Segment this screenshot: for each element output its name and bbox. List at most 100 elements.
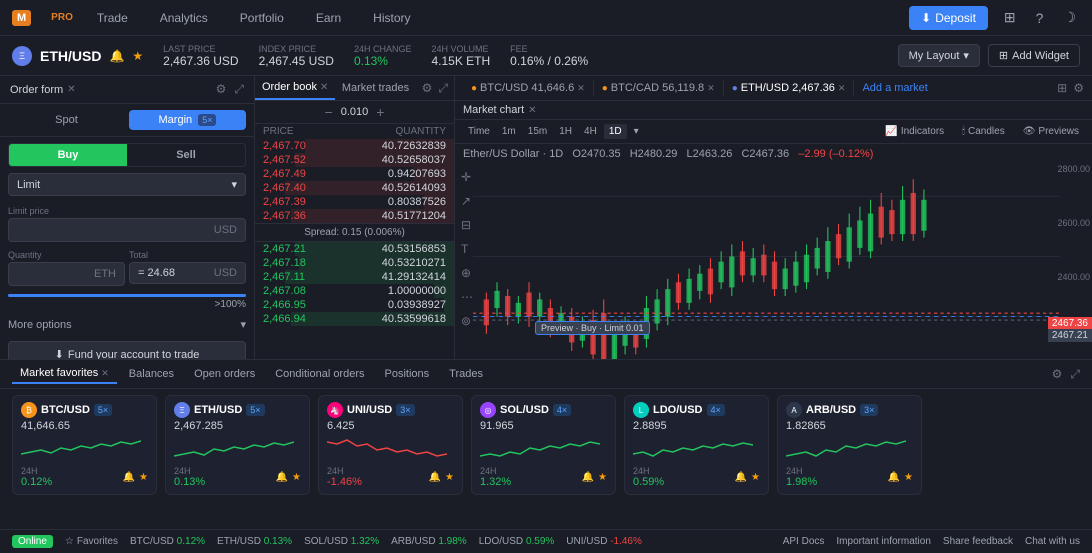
share-feedback-link[interactable]: Share feedback — [943, 536, 1013, 547]
trades-tab[interactable]: Trades — [441, 365, 491, 383]
positions-tab[interactable]: Positions — [377, 365, 438, 383]
grid-icon[interactable]: ⊞ — [1000, 5, 1020, 30]
margin-tab[interactable]: Margin 5× — [129, 110, 246, 130]
time-btn-1d[interactable]: 1D — [604, 124, 627, 139]
spot-tab[interactable]: Spot — [8, 110, 125, 130]
bid-row-6[interactable]: 2,466.94 40.53599618 — [255, 312, 454, 326]
btm-expand-icon[interactable]: ⤢ — [1070, 367, 1080, 382]
time-btn-chevron[interactable]: ▾ — [629, 124, 644, 139]
ask-row-3[interactable]: 2,467.49 0.94207693 — [255, 167, 454, 181]
fav-solusd[interactable]: ◎ SOL/USD 4× 91.965 24H 1.32% 🔔 ★ — [471, 395, 616, 495]
chat-with-us-link[interactable]: Chat with us — [1025, 536, 1080, 547]
orderbook-tab-close[interactable]: ✕ — [320, 82, 328, 93]
time-btn-time[interactable]: Time — [463, 124, 495, 139]
close-btcusd-icon[interactable]: ✕ — [577, 83, 585, 94]
fav-ldousd[interactable]: L LDO/USD 4× 2.8895 24H 0.59% 🔔 ★ — [624, 395, 769, 495]
expand-icon[interactable]: ⤢ — [234, 82, 244, 97]
btcusd-bell-icon[interactable]: 🔔 — [123, 472, 135, 483]
market-tab-btcusd[interactable]: ● BTC/USD 41,646.6 ✕ — [463, 80, 594, 96]
btm-settings-icon[interactable]: ⚙ — [1052, 367, 1063, 382]
previews-button[interactable]: 👁 Previews — [1018, 124, 1084, 139]
add-widget-button[interactable]: ⊞ Add Widget — [988, 44, 1080, 67]
chart-settings-icon[interactable]: ⚙ — [1073, 81, 1084, 95]
chart-layout-icon[interactable]: ⊞ — [1057, 81, 1067, 95]
market-trades-tab[interactable]: Market trades — [335, 76, 415, 100]
open-orders-tab[interactable]: Open orders — [186, 365, 263, 383]
balances-tab[interactable]: Balances — [121, 365, 182, 383]
star-icon[interactable]: ★ — [132, 49, 143, 63]
market-favorites-tab[interactable]: Market favorites ✕ — [12, 364, 117, 384]
ethusd-star-icon[interactable]: ★ — [292, 472, 301, 483]
bid-row-4[interactable]: 2,467.08 1.00000000 — [255, 284, 454, 298]
time-btn-1m[interactable]: 1m — [497, 124, 521, 139]
uniusd-star-icon[interactable]: ★ — [445, 472, 454, 483]
ob-settings-icon[interactable]: ⚙ — [422, 81, 433, 95]
btcusd-star-icon[interactable]: ★ — [139, 472, 148, 483]
volume-group: 24H VOLUME 4.15K ETH — [431, 44, 490, 68]
nav-portfolio[interactable]: Portfolio — [232, 7, 292, 29]
more-options[interactable]: More options ▾ — [8, 318, 246, 331]
sell-button[interactable]: Sell — [127, 144, 245, 166]
ob-expand-icon[interactable]: ⤢ — [438, 81, 448, 96]
bid-row-2[interactable]: 2,467.18 40.53210271 — [255, 256, 454, 270]
ldousd-star-icon[interactable]: ★ — [751, 472, 760, 483]
ask-row-6[interactable]: 2,467.36 40.51771204 — [255, 209, 454, 223]
ldousd-bell-icon[interactable]: 🔔 — [735, 472, 747, 483]
solusd-star-icon[interactable]: ★ — [598, 472, 607, 483]
important-info-link[interactable]: Important information — [836, 536, 931, 547]
time-btn-1h[interactable]: 1H — [554, 124, 577, 139]
bid-row-3[interactable]: 2,467.11 41.29132414 — [255, 270, 454, 284]
nav-earn[interactable]: Earn — [308, 7, 349, 29]
mf-close-icon[interactable]: ✕ — [101, 368, 109, 379]
uniusd-bell-icon[interactable]: 🔔 — [429, 472, 441, 483]
help-icon[interactable]: ? — [1032, 6, 1048, 30]
market-tab-list: ● BTC/USD 41,646.6 ✕ ● BTC/CAD 56,119.8 … — [463, 80, 936, 96]
candles-button[interactable]: 🕯 Candles — [957, 124, 1010, 139]
fav-uniusd[interactable]: 🦄 UNI/USD 3× 6.425 24H -1.46% 🔔 ★ — [318, 395, 463, 495]
api-docs-link[interactable]: API Docs — [783, 536, 825, 547]
buy-button[interactable]: Buy — [9, 144, 127, 166]
order-form-close[interactable]: ✕ — [67, 84, 75, 95]
nav-history[interactable]: History — [365, 7, 418, 29]
limit-price-input[interactable]: 2467.21 — [17, 223, 214, 237]
market-tab-ethusd[interactable]: ● ETH/USD 2,467.36 ✕ — [724, 80, 855, 96]
order-type-select[interactable]: Limit ▾ — [8, 173, 246, 196]
deposit-button[interactable]: ⬇ Deposit — [909, 6, 988, 30]
time-btn-15m[interactable]: 15m — [523, 124, 552, 139]
settings-icon[interactable]: ⚙ — [216, 82, 227, 97]
chart-title-close[interactable]: ✕ — [528, 105, 536, 116]
bid-row-1[interactable]: 2,467.21 40.53156853 — [255, 242, 454, 256]
ethusd-bell-icon[interactable]: 🔔 — [276, 472, 288, 483]
ask-row-2[interactable]: 2,467.52 40.52658037 — [255, 153, 454, 167]
fav-btcusd[interactable]: ₿ BTC/USD 5× 41,646.65 24H 0.12% 🔔 ★ — [12, 395, 157, 495]
bid-row-5[interactable]: 2,466.95 0.03938927 — [255, 298, 454, 312]
add-market-button[interactable]: Add a market — [854, 80, 935, 96]
time-btn-4h[interactable]: 4H — [579, 124, 602, 139]
moon-icon[interactable]: ☽ — [1059, 5, 1080, 30]
indicators-button[interactable]: 📈 Indicators — [880, 124, 949, 139]
conditional-orders-tab[interactable]: Conditional orders — [267, 365, 372, 383]
ob-minus-btn[interactable]: − — [325, 104, 333, 120]
ask-row-1[interactable]: 2,467.70 40.72632839 — [255, 139, 454, 153]
close-btccad-icon[interactable]: ✕ — [707, 83, 715, 94]
nav-analytics[interactable]: Analytics — [152, 7, 216, 29]
arbusd-star-icon[interactable]: ★ — [904, 472, 913, 483]
fav-solusd-price: 91.965 — [480, 420, 607, 432]
market-tab-btccad[interactable]: ● BTC/CAD 56,119.8 ✕ — [594, 80, 724, 96]
ob-plus-btn[interactable]: + — [376, 104, 384, 120]
ask-row-5[interactable]: 2,467.39 0.80387526 — [255, 195, 454, 209]
solusd-bell-icon[interactable]: 🔔 — [582, 472, 594, 483]
arbusd-bell-icon[interactable]: 🔔 — [888, 472, 900, 483]
close-ethusd-icon[interactable]: ✕ — [838, 83, 846, 94]
fav-ethusd[interactable]: Ξ ETH/USD 5× 2,467.285 24H 0.13% 🔔 ★ — [165, 395, 310, 495]
slider-bar[interactable] — [8, 294, 246, 297]
layout-button[interactable]: My Layout ▾ — [898, 44, 980, 67]
fav-arbusd[interactable]: A ARB/USD 3× 1.82865 24H 1.98% 🔔 ★ — [777, 395, 922, 495]
nav-trade[interactable]: Trade — [89, 7, 136, 29]
bell-icon[interactable]: 🔔 — [109, 49, 124, 63]
order-book-tab[interactable]: Order book ✕ — [255, 76, 335, 100]
favorites-link[interactable]: ☆ Favorites — [65, 536, 118, 547]
qty-input[interactable]: 0.01 — [17, 267, 94, 281]
status-btcusd: BTC/USD 0.12% — [130, 536, 205, 547]
ask-row-4[interactable]: 2,467.40 40.52614093 — [255, 181, 454, 195]
